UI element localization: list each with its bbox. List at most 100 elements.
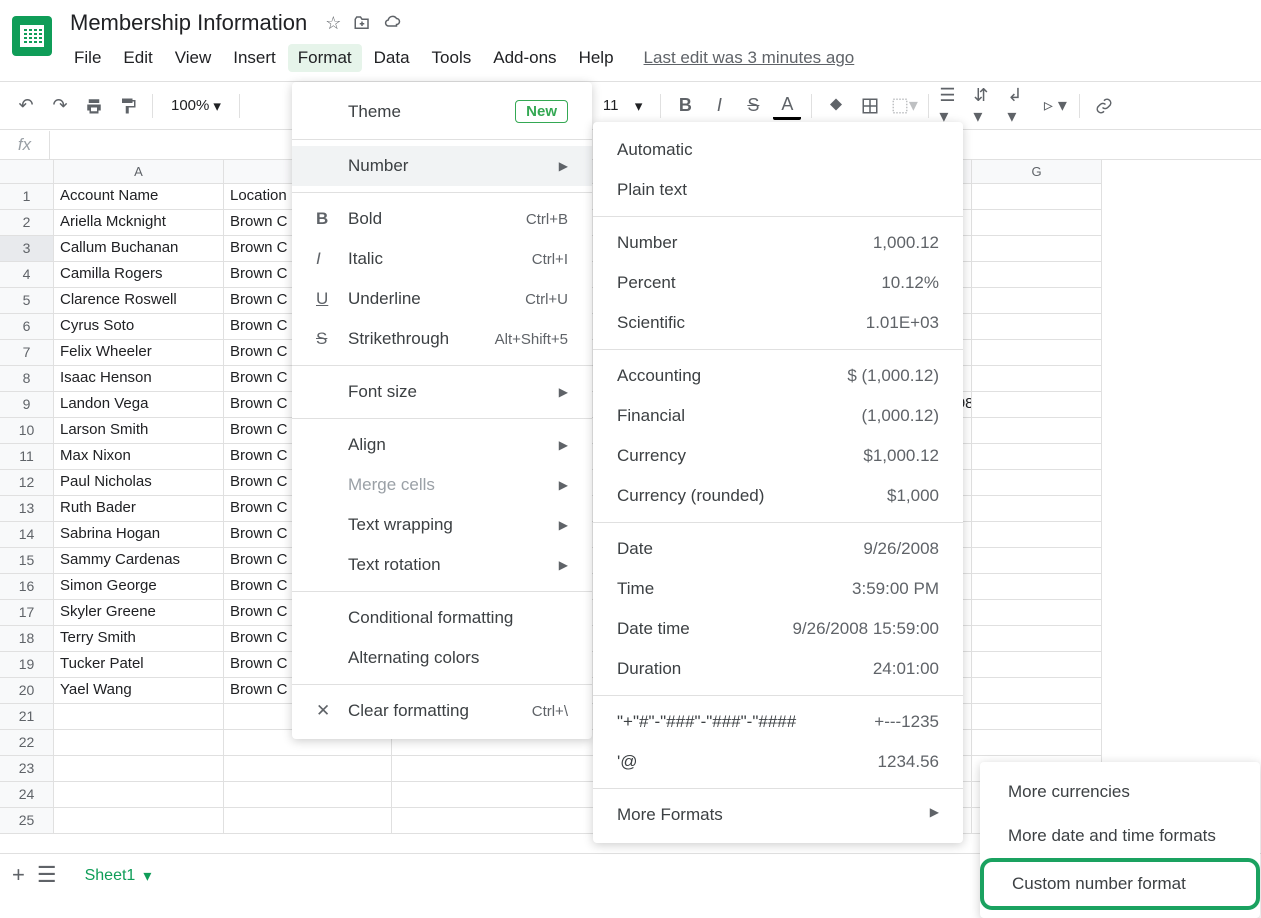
format-italic[interactable]: IItalicCtrl+I <box>292 239 592 279</box>
cell[interactable]: Larson Smith <box>54 418 224 444</box>
cell[interactable]: Skyler Greene <box>54 600 224 626</box>
cell[interactable] <box>972 678 1102 704</box>
star-icon[interactable]: ☆ <box>325 13 341 34</box>
number-accounting[interactable]: Accounting$ (1,000.12) <box>593 356 963 396</box>
menu-data[interactable]: Data <box>364 44 420 72</box>
col-header[interactable]: G <box>972 160 1102 184</box>
cell[interactable] <box>972 626 1102 652</box>
format-number[interactable]: Number ▶ <box>292 146 592 186</box>
cell[interactable]: Account Name <box>54 184 224 210</box>
cell[interactable] <box>224 782 392 808</box>
row-header[interactable]: 13 <box>0 496 54 522</box>
merge-button[interactable]: ▾ <box>890 92 918 120</box>
all-sheets-button[interactable]: ☰ <box>37 862 57 888</box>
format-wrap[interactable]: Text wrapping▶ <box>292 505 592 545</box>
cell[interactable] <box>972 730 1102 756</box>
col-header[interactable]: A <box>54 160 224 184</box>
add-sheet-button[interactable]: + <box>12 862 25 888</box>
cell[interactable] <box>972 600 1102 626</box>
row-header[interactable]: 17 <box>0 600 54 626</box>
cell[interactable]: Paul Nicholas <box>54 470 224 496</box>
format-rotation[interactable]: Text rotation▶ <box>292 545 592 585</box>
row-header[interactable]: 24 <box>0 782 54 808</box>
chevron-down-icon[interactable]: ▾ <box>143 866 151 886</box>
format-theme[interactable]: Theme New <box>292 90 592 133</box>
doc-title[interactable]: Membership Information <box>64 8 313 38</box>
cell[interactable] <box>54 730 224 756</box>
number-scientific[interactable]: Scientific1.01E+03 <box>593 303 963 343</box>
sheets-logo[interactable] <box>12 16 52 56</box>
link-button[interactable] <box>1090 92 1118 120</box>
cell[interactable]: Isaac Henson <box>54 366 224 392</box>
number-custom1[interactable]: "+"#"-"###"-"###"-"####+---1235 <box>593 702 963 742</box>
cell[interactable]: Callum Buchanan <box>54 236 224 262</box>
halign-button[interactable]: ☰ ▾ <box>939 92 967 120</box>
format-align[interactable]: Align▶ <box>292 425 592 465</box>
cell[interactable] <box>972 704 1102 730</box>
cell[interactable] <box>54 756 224 782</box>
menu-help[interactable]: Help <box>569 44 624 72</box>
cell[interactable]: Felix Wheeler <box>54 340 224 366</box>
cell[interactable]: Simon George <box>54 574 224 600</box>
undo-button[interactable]: ↶ <box>12 92 40 120</box>
rotate-button[interactable]: ▹ ▾ <box>1041 92 1069 120</box>
format-clear[interactable]: ✕Clear formattingCtrl+\ <box>292 691 592 731</box>
cell[interactable]: Ariella Mcknight <box>54 210 224 236</box>
strike-button[interactable]: S <box>739 92 767 120</box>
row-header[interactable]: 16 <box>0 574 54 600</box>
menu-insert[interactable]: Insert <box>223 44 286 72</box>
cell[interactable]: Yael Wang <box>54 678 224 704</box>
cell[interactable]: Max Nixon <box>54 444 224 470</box>
number-automatic[interactable]: Automatic <box>593 130 963 170</box>
row-header[interactable]: 25 <box>0 808 54 834</box>
cell[interactable]: Tucker Patel <box>54 652 224 678</box>
cell[interactable] <box>972 288 1102 314</box>
custom-number-format[interactable]: Custom number format <box>980 858 1260 910</box>
sheet-tab[interactable]: Sheet1 ▾ <box>69 856 168 894</box>
row-header[interactable]: 9 <box>0 392 54 418</box>
cell[interactable]: Terry Smith <box>54 626 224 652</box>
cell[interactable] <box>972 366 1102 392</box>
format-underline[interactable]: UUnderlineCtrl+U <box>292 279 592 319</box>
row-header[interactable]: 20 <box>0 678 54 704</box>
bold-button[interactable]: B <box>671 92 699 120</box>
row-header[interactable]: 8 <box>0 366 54 392</box>
cell[interactable] <box>972 262 1102 288</box>
number-percent[interactable]: Percent10.12% <box>593 263 963 303</box>
cell[interactable] <box>54 808 224 834</box>
cell[interactable] <box>972 496 1102 522</box>
format-merge[interactable]: Merge cells▶ <box>292 465 592 505</box>
cell[interactable] <box>972 574 1102 600</box>
cell[interactable] <box>972 418 1102 444</box>
cell[interactable]: Sammy Cardenas <box>54 548 224 574</box>
cell[interactable]: Camilla Rogers <box>54 262 224 288</box>
wrap-button[interactable]: ↲ ▾ <box>1007 92 1035 120</box>
number-more-formats[interactable]: More Formats▶ <box>593 795 963 835</box>
cell[interactable] <box>972 652 1102 678</box>
redo-button[interactable]: ↷ <box>46 92 74 120</box>
select-all-corner[interactable] <box>0 160 54 184</box>
cell[interactable]: Ruth Bader <box>54 496 224 522</box>
number-currency-rounded[interactable]: Currency (rounded)$1,000 <box>593 476 963 516</box>
cloud-icon[interactable] <box>383 14 401 32</box>
menu-format[interactable]: Format <box>288 44 362 72</box>
format-strike[interactable]: SStrikethroughAlt+Shift+5 <box>292 319 592 359</box>
row-header[interactable]: 4 <box>0 262 54 288</box>
cell[interactable] <box>224 808 392 834</box>
menu-edit[interactable]: Edit <box>113 44 162 72</box>
paint-format-button[interactable] <box>114 92 142 120</box>
cell[interactable] <box>972 314 1102 340</box>
number-financial[interactable]: Financial(1,000.12) <box>593 396 963 436</box>
valign-button[interactable]: ⇵ ▾ <box>973 92 1001 120</box>
font-size-select[interactable]: 11 ▾ <box>595 93 650 119</box>
menu-tools[interactable]: Tools <box>422 44 482 72</box>
cell[interactable] <box>54 782 224 808</box>
menu-file[interactable]: File <box>64 44 111 72</box>
format-alternating[interactable]: Alternating colors <box>292 638 592 678</box>
number-datetime[interactable]: Date time9/26/2008 15:59:00 <box>593 609 963 649</box>
number-number[interactable]: Number1,000.12 <box>593 223 963 263</box>
row-header[interactable]: 1 <box>0 184 54 210</box>
fill-color-button[interactable] <box>822 92 850 120</box>
row-header[interactable]: 7 <box>0 340 54 366</box>
borders-button[interactable] <box>856 92 884 120</box>
